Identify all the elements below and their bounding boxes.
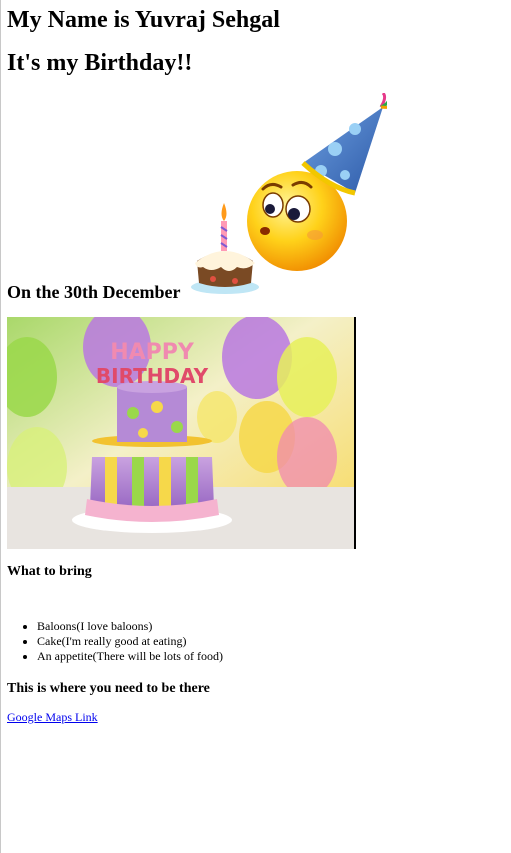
- cake-photo-illustration: HAPPY BIRTHDAY: [0, 307, 356, 549]
- birthday-emoji-image: [185, 91, 397, 297]
- what-to-bring-heading: What to bring: [7, 564, 92, 579]
- list-item: Baloons(I love baloons): [37, 619, 223, 634]
- birthday-heading: It's my Birthday!!: [7, 50, 193, 76]
- name-heading: My Name is Yuvraj Sehgal: [7, 7, 280, 33]
- list-item: An appetite(There will be lots of food): [37, 649, 223, 664]
- candles-happy: HAPPY: [110, 340, 195, 365]
- where-heading: This is where you need to be there: [7, 681, 210, 696]
- bring-list: Baloons(I love baloons) Cake(I'm really …: [7, 619, 223, 664]
- emoji-illustration: [191, 91, 397, 294]
- date-heading: On the 30th December: [7, 282, 181, 302]
- candles-birthday: BIRTHDAY: [96, 364, 209, 388]
- left-border: [0, 0, 1, 853]
- birthday-cake-photo: HAPPY BIRTHDAY: [0, 307, 356, 549]
- page: My Name is Yuvraj Sehgal It's my Birthda…: [0, 0, 511, 853]
- google-maps-link[interactable]: Google Maps Link: [7, 710, 98, 725]
- list-item: Cake(I'm really good at eating): [37, 634, 223, 649]
